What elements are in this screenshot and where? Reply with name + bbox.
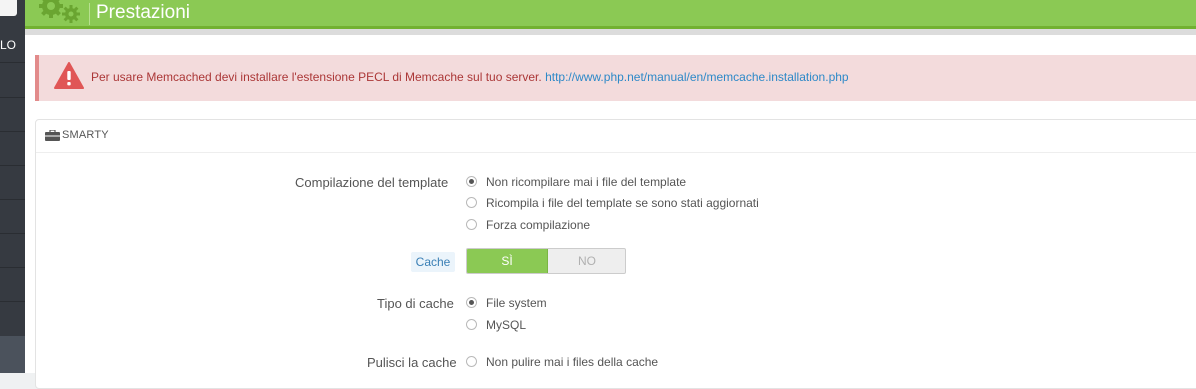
warning-icon: [54, 62, 84, 89]
cache-yes-option[interactable]: SÌ: [467, 249, 548, 273]
template-compilation-label: Compilazione del template: [295, 175, 449, 190]
radio-button[interactable]: [466, 219, 477, 230]
gears-icon: [39, 0, 80, 23]
cache-toggle[interactable]: SÌ NO: [466, 248, 626, 274]
sidebar-divider: [0, 62, 25, 63]
alert-text: Per usare Memcached devi installare l'es…: [91, 70, 542, 84]
radio-button[interactable]: [466, 356, 477, 367]
sidebar: LO: [0, 0, 25, 373]
sidebar-top-box[interactable]: [0, 0, 17, 16]
alert-link[interactable]: http://www.php.net/manual/en/memcache.in…: [545, 70, 849, 84]
sidebar-divider: [0, 301, 25, 302]
cache-type-label: Tipo di cache: [377, 296, 454, 311]
cache-no-option[interactable]: NO: [548, 249, 625, 273]
radio-label[interactable]: Non ricompilare mai i file del template: [486, 175, 686, 189]
radio-label[interactable]: MySQL: [486, 318, 526, 332]
sidebar-item-label[interactable]: LO: [0, 38, 25, 52]
sidebar-divider: [0, 165, 25, 166]
sidebar-item-active[interactable]: [0, 336, 25, 373]
sidebar-divider: [0, 233, 25, 234]
cache-label: Cache: [411, 252, 455, 272]
radio-label[interactable]: Ricompila i file del template se sono st…: [486, 196, 759, 210]
header-divider: [89, 3, 90, 25]
radio-label[interactable]: File system: [486, 296, 547, 310]
panel-heading: SMARTY: [36, 120, 1196, 153]
panel-title: SMARTY: [62, 129, 109, 141]
error-alert: Per usare Memcached devi installare l'es…: [35, 55, 1196, 101]
sidebar-divider: [0, 131, 25, 132]
sidebar-divider: [0, 267, 25, 268]
radio-button[interactable]: [466, 319, 477, 330]
sidebar-divider: [0, 97, 25, 98]
page-title: Prestazioni: [96, 2, 190, 23]
sidebar-divider: [0, 199, 25, 200]
alert-message: Per usare Memcached devi installare l'es…: [91, 70, 849, 84]
radio-button[interactable]: [466, 197, 477, 208]
radio-button[interactable]: [466, 297, 477, 308]
radio-button[interactable]: [466, 176, 477, 187]
clear-cache-label: Pulisci la cache: [367, 355, 457, 370]
page-header: Prestazioni: [25, 0, 1196, 29]
radio-label[interactable]: Non pulire mai i files della cache: [486, 355, 658, 369]
briefcase-icon: [45, 130, 60, 141]
radio-label[interactable]: Forza compilazione: [486, 218, 590, 232]
